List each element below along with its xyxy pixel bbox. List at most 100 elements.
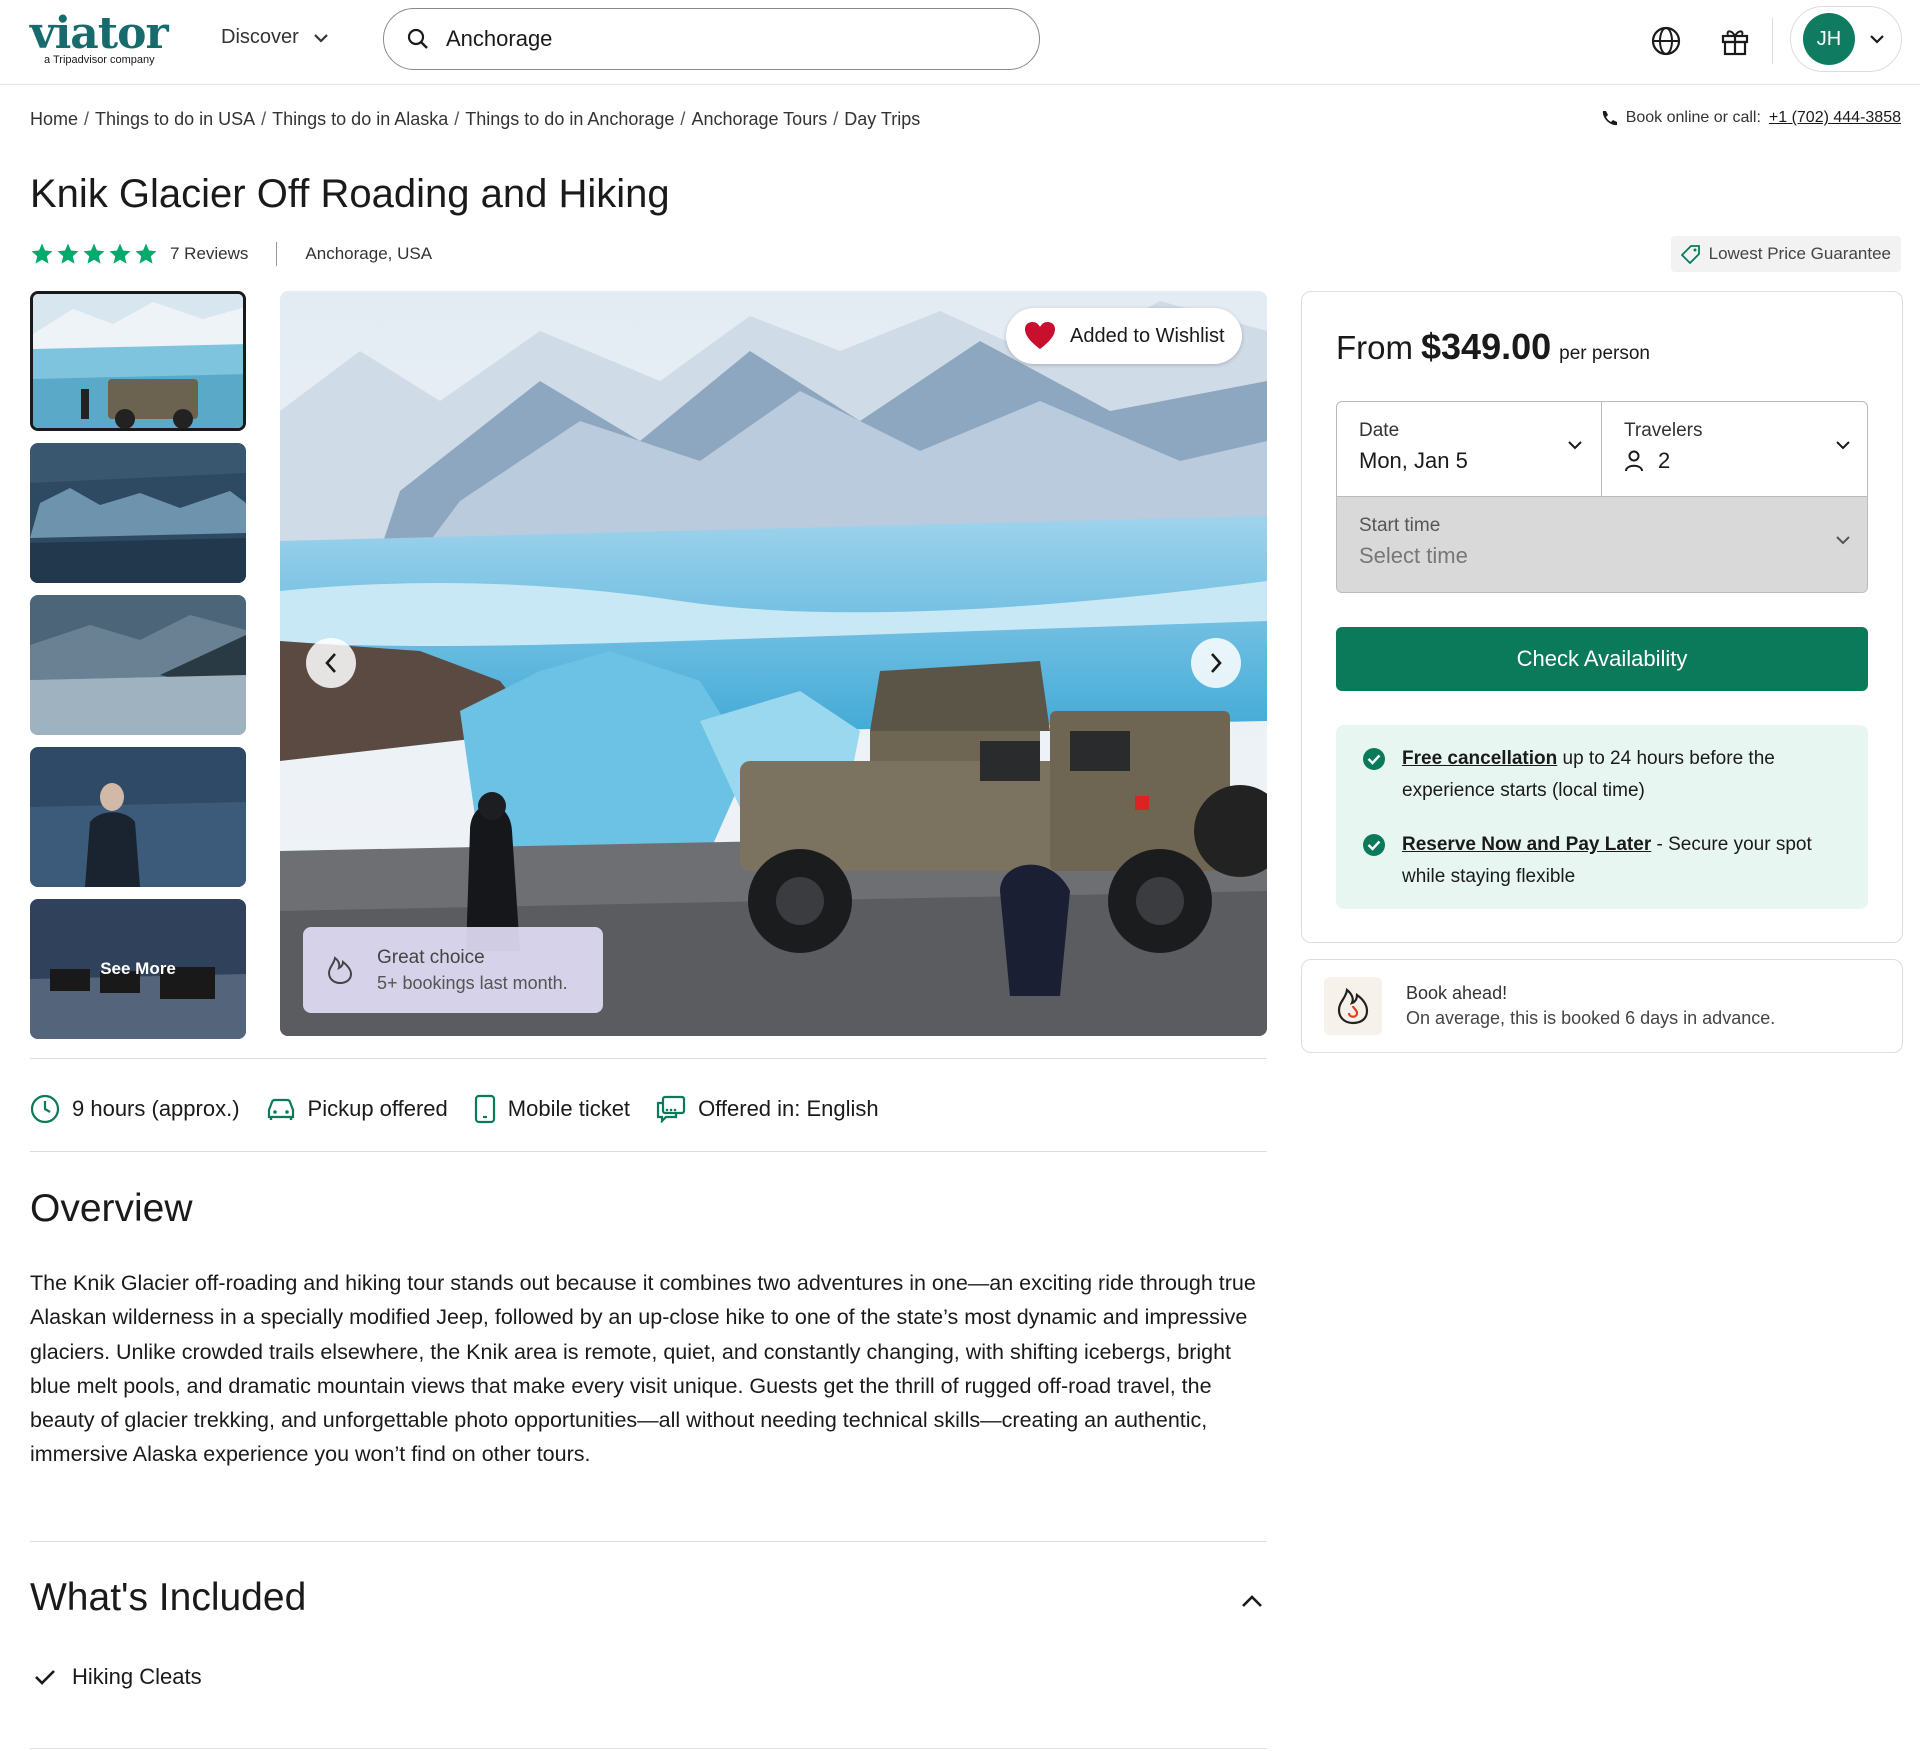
breadcrumb-usa[interactable]: Things to do in USA	[95, 109, 255, 130]
star-icon	[109, 243, 131, 264]
divider	[30, 1541, 1267, 1542]
chat-icon	[656, 1095, 686, 1123]
check-circle-icon	[1363, 748, 1385, 770]
included-item: Hiking Cleats	[34, 1664, 202, 1690]
divider	[30, 1058, 1267, 1059]
chevron-down-icon	[1836, 441, 1850, 450]
date-picker[interactable]: Date Mon, Jan 5	[1337, 402, 1602, 497]
check-availability-button[interactable]: Check Availability	[1336, 627, 1868, 691]
phone-icon	[1602, 111, 1617, 126]
search-bar[interactable]	[383, 8, 1040, 70]
breadcrumb-home[interactable]: Home	[30, 109, 78, 130]
booking-perks: Free cancellation up to 24 hours before …	[1336, 725, 1868, 909]
search-input[interactable]	[446, 26, 1006, 52]
price-amount: $349.00	[1421, 326, 1552, 367]
divider	[30, 1748, 1267, 1749]
breadcrumb-day-trips[interactable]: Day Trips	[844, 109, 920, 130]
gallery-thumbnail-1[interactable]	[30, 291, 246, 431]
star-icon	[57, 243, 79, 264]
start-time-picker[interactable]: Start time Select time	[1337, 497, 1867, 592]
car-icon	[267, 1098, 294, 1120]
tag-icon	[1680, 245, 1700, 264]
chevron-right-icon	[1211, 653, 1222, 673]
gallery-prev-button[interactable]	[306, 638, 356, 688]
travelers-label: Travelers	[1624, 420, 1703, 441]
overview-text: The Knik Glacier off-roading and hiking …	[30, 1271, 1256, 1467]
feature-duration: 9 hours (approx.)	[30, 1094, 240, 1124]
badge-subtitle: 5+ bookings last month.	[377, 972, 568, 993]
phone-link[interactable]: +1 (702) 444-3858	[1769, 109, 1901, 127]
chevron-left-icon	[325, 653, 336, 673]
thumbnail-image	[33, 294, 243, 428]
user-menu-button[interactable]: JH	[1790, 6, 1902, 72]
reserve-now-link[interactable]: Reserve Now and Pay Later	[1402, 834, 1651, 855]
breadcrumb-anchorage-tours[interactable]: Anchorage Tours	[691, 109, 827, 130]
book-ahead-text: On average, this is booked 6 days in adv…	[1406, 1008, 1776, 1028]
star-icon	[31, 243, 53, 264]
breadcrumb-alaska[interactable]: Things to do in Alaska	[272, 109, 448, 130]
date-value: Mon, Jan 5	[1359, 448, 1468, 473]
feature-language: Offered in: English	[656, 1095, 879, 1123]
breadcrumb: Home / Things to do in USA / Things to do …	[30, 109, 921, 130]
discover-menu[interactable]: Discover	[221, 26, 329, 49]
chevron-up-icon	[1242, 1595, 1262, 1607]
chevron-down-icon	[1568, 441, 1582, 450]
great-choice-badge: Great choice 5+ bookings last month.	[303, 927, 603, 1013]
badge-title: Great choice	[377, 946, 485, 968]
booking-selector: Date Mon, Jan 5 Travelers 2 Start time S…	[1336, 401, 1868, 593]
free-cancellation-link[interactable]: Free cancellation	[1402, 748, 1557, 769]
wishlist-button[interactable]: Added to Wishlist	[1006, 308, 1242, 364]
feature-label: Offered in: English	[698, 1096, 879, 1121]
person-icon	[1625, 450, 1643, 472]
gallery-thumbnail-2[interactable]	[30, 443, 246, 583]
gallery-thumbnail-4[interactable]	[30, 747, 246, 887]
gift-button[interactable]	[1718, 24, 1752, 58]
start-time-placeholder: Select time	[1359, 543, 1468, 568]
language-globe-button[interactable]	[1649, 24, 1683, 58]
rating-row: 7 Reviews Anchorage, USA	[30, 242, 432, 266]
glacier-jeep-image	[280, 291, 1267, 1036]
travelers-picker[interactable]: Travelers 2	[1602, 402, 1867, 497]
divider	[30, 1151, 1267, 1152]
breadcrumb-anchorage[interactable]: Things to do in Anchorage	[465, 109, 674, 130]
per-person-label: per person	[1559, 343, 1650, 364]
heart-icon	[1025, 322, 1055, 349]
lowest-price-guarantee-badge[interactable]: Lowest Price Guarantee	[1670, 236, 1901, 272]
gallery-next-button[interactable]	[1191, 638, 1241, 688]
lowest-price-label: Lowest Price Guarantee	[1708, 244, 1891, 263]
product-title: Knik Glacier Off Roading and Hiking	[30, 172, 670, 216]
book-ahead-notice: Book ahead! On average, this is booked 6…	[1301, 959, 1903, 1053]
viator-logo[interactable]: viator a Tripadvisor company	[30, 12, 180, 67]
globe-icon	[1651, 26, 1681, 56]
flame-icon-box	[1324, 977, 1382, 1035]
feature-label: 9 hours (approx.)	[72, 1096, 240, 1121]
collapse-section-button[interactable]	[1236, 1585, 1268, 1617]
gallery-see-more[interactable]: See More	[30, 899, 246, 1039]
chevron-down-icon	[1836, 536, 1850, 545]
flame-icon	[1337, 987, 1369, 1025]
price-display: From $349.00 per person	[1336, 326, 1650, 368]
wishlist-label: Added to Wishlist	[1070, 324, 1225, 347]
contact-label: Book online or call:	[1625, 109, 1761, 126]
reviews-link[interactable]: 7 Reviews	[170, 244, 248, 264]
perk-reserve-now: Reserve Now and Pay Later - Secure your …	[1362, 829, 1852, 893]
main-photo[interactable]	[280, 291, 1267, 1036]
divider	[276, 242, 278, 266]
thumbnail-image	[30, 747, 246, 887]
gallery-thumbnail-3[interactable]	[30, 595, 246, 735]
flame-icon	[327, 956, 353, 985]
feature-label: Mobile ticket	[507, 1096, 631, 1121]
header-divider	[1772, 18, 1773, 64]
from-label: From	[1336, 329, 1413, 366]
whats-included-heading: What's Included	[30, 1576, 307, 1619]
star-icon	[83, 243, 105, 264]
date-label: Date	[1359, 420, 1400, 441]
included-item-label: Hiking Cleats	[72, 1664, 202, 1689]
start-time-label: Start time	[1359, 515, 1441, 536]
feature-mobile-ticket: Mobile ticket	[474, 1094, 630, 1124]
overview-heading: Overview	[30, 1187, 193, 1230]
star-icon	[135, 243, 157, 264]
feature-pickup: Pickup offered	[266, 1096, 448, 1122]
chevron-down-icon	[1870, 35, 1884, 44]
avatar: JH	[1803, 13, 1855, 65]
